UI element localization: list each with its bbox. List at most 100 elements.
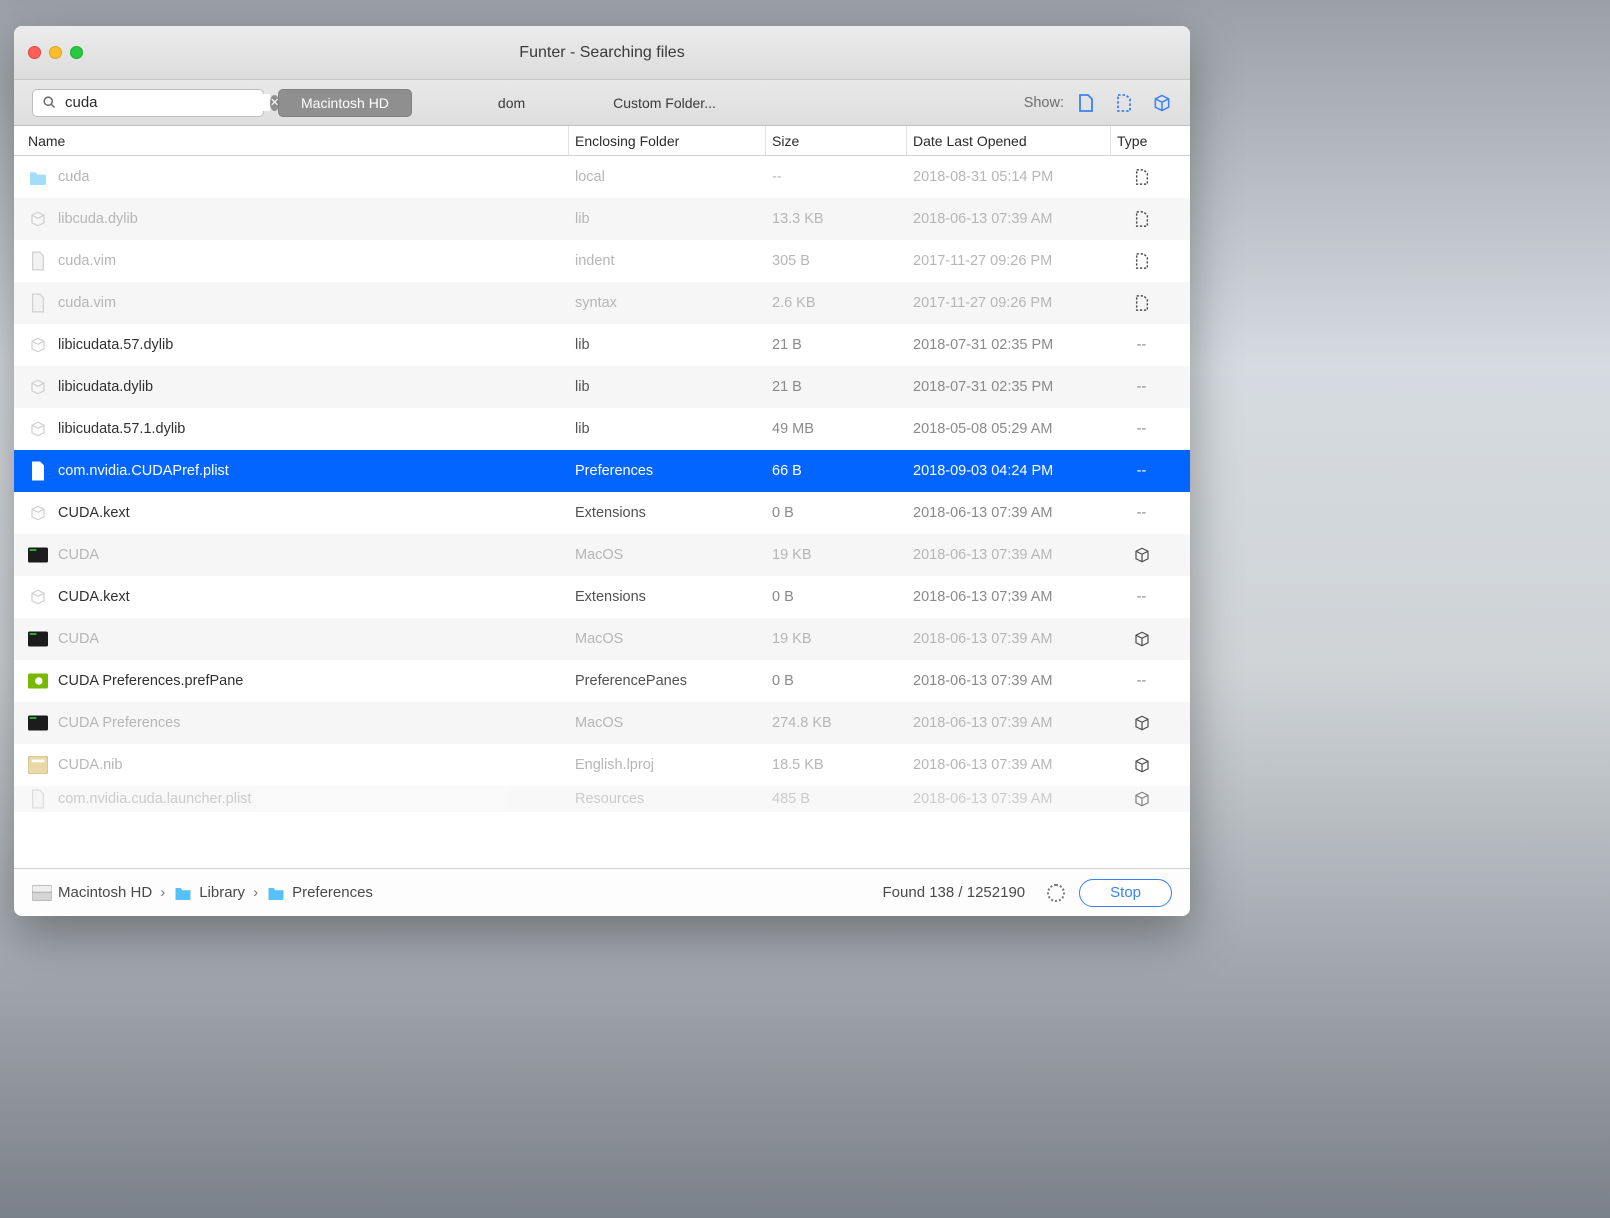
table-row[interactable]: com.nvidia.CUDAPref.plist Preferences 66… bbox=[14, 450, 1190, 492]
file-size: 21 B bbox=[766, 337, 907, 353]
enclosing-folder: English.lproj bbox=[569, 757, 766, 773]
file-name: cuda.vim bbox=[58, 295, 116, 311]
column-date[interactable]: Date Last Opened bbox=[907, 126, 1111, 155]
table-row[interactable]: cuda local -- 2018-08-31 05:14 PM bbox=[14, 156, 1190, 198]
search-input[interactable] bbox=[59, 94, 270, 111]
table-row[interactable]: CUDA MacOS 19 KB 2018-06-13 07:39 AM bbox=[14, 534, 1190, 576]
enclosing-folder: MacOS bbox=[569, 631, 766, 647]
date-last-opened: 2018-05-08 05:29 AM bbox=[907, 421, 1111, 437]
date-last-opened: 2018-06-13 07:39 AM bbox=[907, 631, 1111, 647]
window-title: Funter - Searching files bbox=[14, 44, 1190, 62]
file-type-icon: -- bbox=[1111, 673, 1166, 689]
scope-pill[interactable]: Macintosh HD bbox=[278, 89, 412, 117]
file-name: libicudata.57.dylib bbox=[58, 337, 173, 353]
column-size[interactable]: Size bbox=[766, 126, 907, 155]
table-row[interactable]: CUDA Preferences MacOS 274.8 KB 2018-06-… bbox=[14, 702, 1190, 744]
file-icon bbox=[28, 713, 48, 733]
file-size: 2.6 KB bbox=[766, 295, 907, 311]
file-type-icon: -- bbox=[1111, 589, 1166, 605]
file-type-icon bbox=[1111, 790, 1166, 808]
date-last-opened: 2018-07-31 02:35 PM bbox=[907, 379, 1111, 395]
chevron-right-icon: › bbox=[253, 884, 258, 901]
file-name: CUDA bbox=[58, 547, 99, 563]
stop-button[interactable]: Stop bbox=[1079, 879, 1172, 907]
file-icon bbox=[28, 587, 48, 607]
file-name: CUDA bbox=[58, 631, 99, 647]
date-last-opened: 2018-08-31 05:14 PM bbox=[907, 169, 1111, 185]
breadcrumb-item[interactable]: Library bbox=[173, 883, 245, 903]
show-packages-icon[interactable] bbox=[1152, 93, 1172, 113]
table-row[interactable]: libicudata.dylib lib 21 B 2018-07-31 02:… bbox=[14, 366, 1190, 408]
file-icon bbox=[28, 545, 48, 565]
file-name: CUDA.nib bbox=[58, 757, 122, 773]
search-field[interactable]: ✕ bbox=[32, 89, 264, 117]
file-icon bbox=[28, 251, 48, 271]
table-row[interactable]: cuda.vim indent 305 B 2017-11-27 09:26 P… bbox=[14, 240, 1190, 282]
enclosing-folder: lib bbox=[569, 211, 766, 227]
date-last-opened: 2018-06-13 07:39 AM bbox=[907, 211, 1111, 227]
file-type-icon: -- bbox=[1111, 421, 1166, 437]
folder-icon bbox=[173, 883, 193, 903]
chevron-right-icon: › bbox=[160, 884, 165, 901]
file-size: 274.8 KB bbox=[766, 715, 907, 731]
table-row[interactable]: CUDA.kext Extensions 0 B 2018-06-13 07:3… bbox=[14, 576, 1190, 618]
enclosing-folder: MacOS bbox=[569, 547, 766, 563]
table-row[interactable]: cuda.vim syntax 2.6 KB 2017-11-27 09:26 … bbox=[14, 282, 1190, 324]
file-icon bbox=[28, 789, 48, 809]
table-row[interactable]: libicudata.57.dylib lib 21 B 2018-07-31 … bbox=[14, 324, 1190, 366]
scope-pill[interactable]: dom bbox=[476, 89, 547, 117]
date-last-opened: 2018-09-03 04:24 PM bbox=[907, 463, 1111, 479]
status-bar: Macintosh HD›Library›Preferences Found 1… bbox=[14, 868, 1190, 916]
table-row[interactable]: CUDA.nib English.lproj 18.5 KB 2018-06-1… bbox=[14, 744, 1190, 786]
table-row[interactable]: libicudata.57.1.dylib lib 49 MB 2018-05-… bbox=[14, 408, 1190, 450]
table-row[interactable]: CUDA Preferences.prefPane PreferencePane… bbox=[14, 660, 1190, 702]
file-name: libicudata.dylib bbox=[58, 379, 153, 395]
date-last-opened: 2018-06-13 07:39 AM bbox=[907, 757, 1111, 773]
file-name: cuda.vim bbox=[58, 253, 116, 269]
file-name: com.nvidia.CUDAPref.plist bbox=[58, 463, 229, 479]
file-name: CUDA.kext bbox=[58, 505, 130, 521]
show-label: Show: bbox=[1024, 95, 1064, 111]
column-type[interactable]: Type bbox=[1111, 126, 1166, 155]
file-icon bbox=[28, 755, 48, 775]
scope-pill[interactable]: Custom Folder... bbox=[591, 89, 738, 117]
search-icon bbox=[39, 93, 59, 113]
file-icon bbox=[28, 461, 48, 481]
date-last-opened: 2018-06-13 07:39 AM bbox=[907, 505, 1111, 521]
file-icon bbox=[28, 167, 48, 187]
file-size: 49 MB bbox=[766, 421, 907, 437]
show-hidden-icon[interactable] bbox=[1114, 93, 1134, 113]
file-size: 13.3 KB bbox=[766, 211, 907, 227]
toolbar: ✕ Macintosh HD dom Custom Folder... Show: bbox=[14, 80, 1190, 126]
enclosing-folder: lib bbox=[569, 379, 766, 395]
breadcrumb-item[interactable]: Macintosh HD bbox=[32, 883, 152, 903]
file-type-icon bbox=[1111, 756, 1166, 774]
date-last-opened: 2018-07-31 02:35 PM bbox=[907, 337, 1111, 353]
breadcrumb: Macintosh HD › Library › Preferences bbox=[32, 883, 373, 903]
file-size: 66 B bbox=[766, 463, 907, 479]
titlebar: Funter - Searching files bbox=[14, 26, 1190, 80]
file-icon bbox=[28, 377, 48, 397]
file-size: 19 KB bbox=[766, 547, 907, 563]
file-name: CUDA.kext bbox=[58, 589, 130, 605]
file-size: 18.5 KB bbox=[766, 757, 907, 773]
file-name: CUDA Preferences.prefPane bbox=[58, 673, 243, 689]
show-visible-icon[interactable] bbox=[1076, 93, 1096, 113]
column-name[interactable]: Name bbox=[22, 126, 569, 155]
file-type-icon bbox=[1111, 168, 1166, 186]
table-row[interactable]: CUDA MacOS 19 KB 2018-06-13 07:39 AM bbox=[14, 618, 1190, 660]
column-enclosing[interactable]: Enclosing Folder bbox=[569, 126, 766, 155]
file-size: 0 B bbox=[766, 505, 907, 521]
file-icon bbox=[28, 335, 48, 355]
breadcrumb-item[interactable]: Preferences bbox=[266, 883, 373, 903]
folder-icon bbox=[266, 883, 286, 903]
file-size: -- bbox=[766, 169, 907, 185]
view-filter-icons bbox=[1076, 93, 1172, 113]
table-row[interactable]: com.nvidia.cuda.launcher.plist Resources… bbox=[14, 786, 1190, 812]
file-size: 0 B bbox=[766, 589, 907, 605]
table-row[interactable]: libcuda.dylib lib 13.3 KB 2018-06-13 07:… bbox=[14, 198, 1190, 240]
enclosing-folder: Resources bbox=[569, 791, 766, 807]
table-row[interactable]: CUDA.kext Extensions 0 B 2018-06-13 07:3… bbox=[14, 492, 1190, 534]
date-last-opened: 2018-06-13 07:39 AM bbox=[907, 547, 1111, 563]
file-icon bbox=[28, 503, 48, 523]
